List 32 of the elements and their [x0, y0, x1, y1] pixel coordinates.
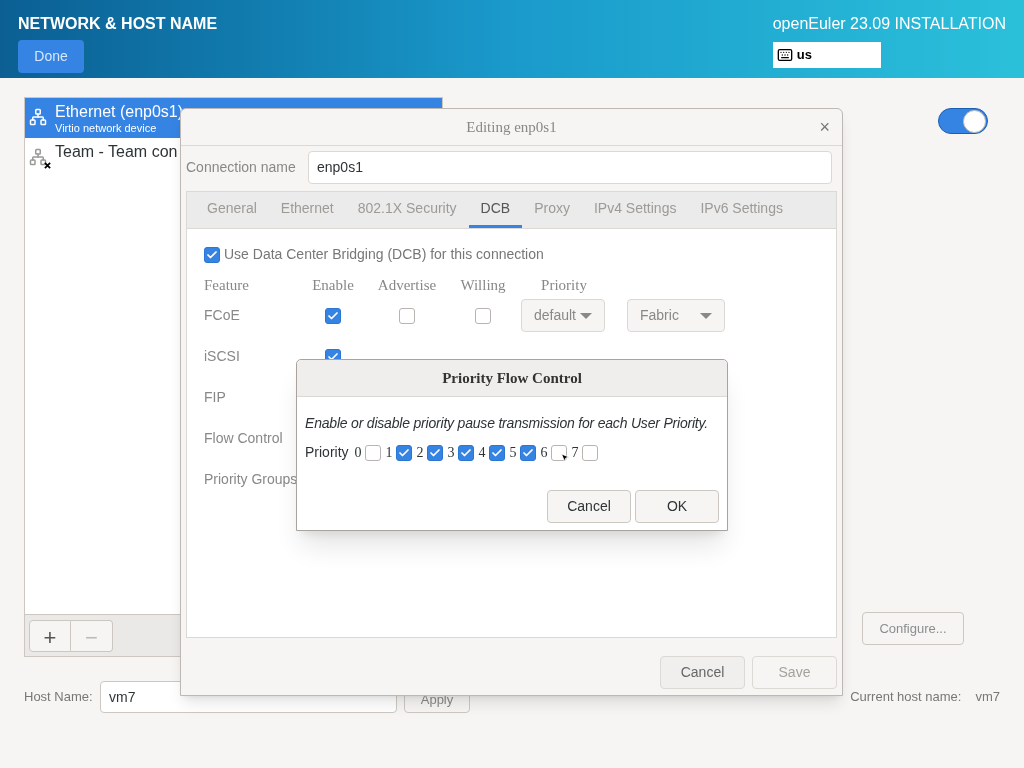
- priority-number: 1: [385, 444, 393, 462]
- pfc-description: Enable or disable priority pause transmission for each User Priority.: [304, 414, 709, 433]
- priority-number: 2: [416, 444, 424, 462]
- use-dcb-label: Use Data Center Bridging (DCB) for this connection: [224, 245, 544, 264]
- pfc-title: Priority Flow Control: [442, 368, 582, 388]
- host-name-label: Host Name:: [24, 688, 94, 707]
- priority-number: 0: [354, 444, 362, 462]
- column-header: Priority: [540, 275, 588, 295]
- priority-number: 5: [509, 444, 517, 462]
- current-host-value: vm7: [975, 688, 1000, 707]
- priority-label: Priority: [305, 443, 349, 462]
- connection-name-label: Connection name: [186, 158, 297, 177]
- priority-number: 4: [478, 444, 486, 462]
- device-description: Virtio network device: [55, 122, 158, 136]
- feature-label: Priority Groups: [204, 470, 299, 489]
- priority-number: 6: [540, 444, 548, 462]
- page-title: NETWORK & HOST NAME: [18, 14, 218, 34]
- feature-label: iSCSI: [204, 347, 241, 366]
- current-host-label: Current host name:: [850, 688, 962, 707]
- column-header: Willing: [459, 275, 507, 295]
- column-header: Enable: [311, 275, 355, 295]
- column-header: Feature: [204, 275, 250, 295]
- priority-number: 7: [571, 444, 579, 462]
- column-header: Advertise: [376, 275, 438, 295]
- feature-label: FCoE: [204, 306, 241, 325]
- product-title: openEuler 23.09 INSTALLATION: [772, 14, 1006, 34]
- device-name: Ethernet (enp0s1): [55, 102, 184, 122]
- feature-label: Flow Control: [204, 429, 284, 448]
- feature-label: FIP: [204, 388, 227, 407]
- dialog-title: Editing enp0s1: [466, 117, 557, 137]
- priority-number: 3: [447, 444, 455, 462]
- device-name: Team - Team con: [55, 142, 178, 162]
